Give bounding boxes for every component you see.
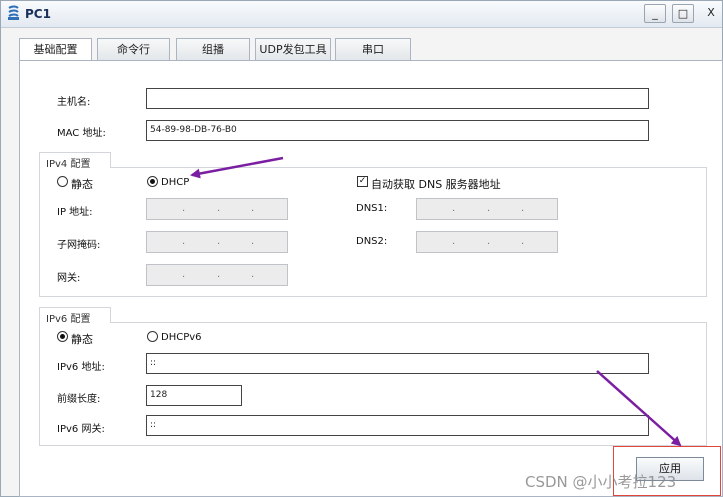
tab-udp-tool[interactable]: UDP发包工具 xyxy=(255,38,331,61)
ip-dot: . xyxy=(182,203,186,214)
ipv4-static-radio[interactable] xyxy=(57,176,68,187)
ip-address-input[interactable]: . . . xyxy=(146,198,288,220)
ipv6-group-title: IPv6 配置 xyxy=(44,310,93,325)
tab-multicast[interactable]: 组播 xyxy=(176,38,250,61)
mac-label: MAC 地址: xyxy=(57,128,106,139)
mac-address-field[interactable]: 54-89-98-DB-76-B0 xyxy=(146,120,649,141)
pc-app-icon xyxy=(8,5,19,20)
tab-basic-config[interactable]: 基础配置 xyxy=(19,38,92,62)
close-button[interactable]: X xyxy=(700,4,722,23)
dns1-dot: . xyxy=(452,203,456,214)
mask-dot: . xyxy=(251,236,255,247)
ipv6-dhcpv6-radio[interactable] xyxy=(147,331,158,342)
maximize-button[interactable]: □ xyxy=(672,4,694,23)
dns1-dot: . xyxy=(521,203,525,214)
dns1-dot: . xyxy=(487,203,491,214)
window-title: PC1 xyxy=(25,7,51,21)
prefix-length-label: 前缀长度: xyxy=(57,394,101,405)
prefix-length-input[interactable]: 128 xyxy=(146,385,242,406)
dns2-input[interactable]: . . . xyxy=(416,231,558,253)
ip-dot: . xyxy=(217,203,221,214)
ipv6-dhcpv6-label: DHCPv6 xyxy=(161,332,202,343)
ipv6-static-label: 静态 xyxy=(71,333,93,346)
csdn-watermark: CSDN @小小考拉123 xyxy=(525,473,677,491)
ipv6-gateway-input[interactable]: :: xyxy=(146,415,649,436)
ipv6-gateway-label: IPv6 网关: xyxy=(57,424,105,435)
ipv4-static-label: 静态 xyxy=(71,178,93,191)
gateway-dot: . xyxy=(182,269,186,280)
dns2-dot: . xyxy=(452,236,456,247)
dns2-label: DNS2: xyxy=(356,236,388,247)
auto-dns-label: 自动获取 DNS 服务器地址 xyxy=(371,178,501,191)
ipv6-address-label: IPv6 地址: xyxy=(57,362,105,373)
dns1-input[interactable]: . . . xyxy=(416,198,558,220)
auto-dns-checkbox[interactable]: ✓ xyxy=(357,176,368,187)
gateway-dot: . xyxy=(251,269,255,280)
ipv6-address-input[interactable]: :: xyxy=(146,353,649,374)
tab-serial-port[interactable]: 串口 xyxy=(335,38,411,61)
ip-dot: . xyxy=(251,203,255,214)
gateway-dot: . xyxy=(217,269,221,280)
ipv4-dhcp-radio[interactable] xyxy=(147,176,158,187)
ip-address-label: IP 地址: xyxy=(57,207,93,218)
subnet-mask-label: 子网掩码: xyxy=(57,240,101,251)
gateway-label: 网关: xyxy=(57,273,81,284)
ipv4-dhcp-label: DHCP xyxy=(161,177,190,188)
hostname-label: 主机名: xyxy=(57,97,91,108)
subnet-mask-input[interactable]: . . . xyxy=(146,231,288,253)
pc1-window: PC1 _ □ X 基础配置 命令行 组播 UDP发包工具 串口 主机名: MA… xyxy=(0,0,723,497)
hostname-input[interactable] xyxy=(146,88,649,109)
title-bar[interactable]: PC1 _ □ X xyxy=(1,1,722,28)
dns2-dot: . xyxy=(521,236,525,247)
mask-dot: . xyxy=(182,236,186,247)
dns2-dot: . xyxy=(487,236,491,247)
tab-command-line[interactable]: 命令行 xyxy=(97,38,170,61)
mask-dot: . xyxy=(217,236,221,247)
ipv6-static-radio[interactable] xyxy=(57,331,68,342)
ipv4-group-title: IPv4 配置 xyxy=(44,155,93,170)
minimize-button[interactable]: _ xyxy=(644,4,666,23)
dns1-label: DNS1: xyxy=(356,203,388,214)
gateway-input[interactable]: . . . xyxy=(146,264,288,286)
